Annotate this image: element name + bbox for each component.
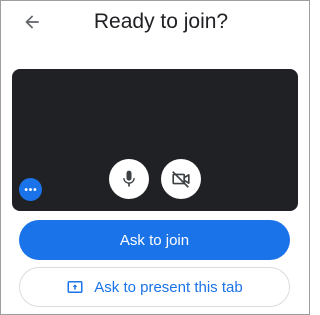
ask-to-present-button[interactable]: Ask to present this tab [19, 267, 290, 307]
ready-to-join-dialog: Ready to join? Ask to join Ask to presen… [0, 0, 310, 315]
page-title: Ready to join? [93, 10, 229, 33]
video-preview [12, 69, 298, 211]
camera-toggle-button[interactable] [161, 159, 201, 199]
ask-to-present-label: Ask to present this tab [94, 278, 243, 296]
more-horiz-icon [24, 188, 37, 191]
microphone-toggle-button[interactable] [109, 159, 149, 199]
ask-to-join-label: Ask to join [119, 231, 190, 249]
ask-to-join-button[interactable]: Ask to join [19, 220, 290, 260]
camera-off-icon [172, 171, 190, 188]
present-to-all-icon [66, 278, 84, 296]
more-options-button[interactable] [19, 178, 42, 201]
microphone-icon [123, 170, 135, 187]
